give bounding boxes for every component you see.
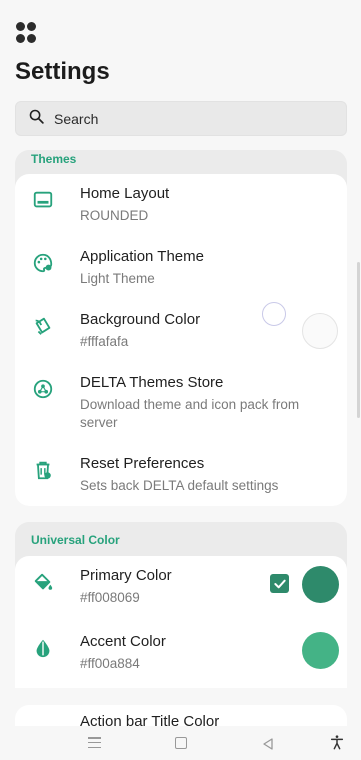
system-nav-bar xyxy=(0,726,361,760)
accent-color-title: Accent Color xyxy=(80,633,166,650)
themes-section: Themes Home Layout ROUNDED Application T… xyxy=(15,150,347,506)
fill-bucket-icon xyxy=(31,570,55,594)
primary-color-title: Primary Color xyxy=(80,567,172,584)
back-icon[interactable] xyxy=(262,737,274,755)
store-icon xyxy=(31,377,55,401)
home-layout-value: ROUNDED xyxy=(80,208,149,223)
palette-icon xyxy=(31,251,55,275)
primary-color-checkbox[interactable] xyxy=(270,574,289,593)
page-title: Settings xyxy=(15,58,110,85)
accent-color-item[interactable]: Accent Color #ff00a884 xyxy=(15,632,347,692)
reset-preferences-item[interactable]: Reset Preferences Sets back DELTA defaul… xyxy=(15,454,347,512)
primary-color-item[interactable]: Primary Color #ff008069 xyxy=(15,566,347,632)
background-color-value: #fffafafa xyxy=(80,334,129,349)
search-input[interactable] xyxy=(54,110,314,127)
search-icon xyxy=(28,108,45,130)
search-bar[interactable] xyxy=(15,101,347,136)
touch-indicator xyxy=(262,302,286,326)
home-icon[interactable] xyxy=(175,737,187,749)
themes-section-header: Themes xyxy=(31,152,77,166)
accent-color-swatch[interactable] xyxy=(302,632,339,669)
application-theme-value: Light Theme xyxy=(80,271,155,286)
background-color-title: Background Color xyxy=(80,311,201,328)
reset-preferences-description: Sets back DELTA default settings xyxy=(80,478,279,493)
accent-color-value: #ff00a884 xyxy=(80,656,140,671)
primary-color-swatch[interactable] xyxy=(302,566,339,603)
application-theme-title: Application Theme xyxy=(80,248,204,265)
paint-bucket-icon xyxy=(31,314,55,338)
drop-icon xyxy=(31,636,55,660)
app-grid-icon[interactable] xyxy=(16,22,38,44)
application-theme-item[interactable]: Application Theme Light Theme xyxy=(15,247,347,310)
home-layout-icon xyxy=(31,188,55,212)
universal-color-section-header: Universal Color xyxy=(31,533,120,547)
themes-store-description: Download theme and icon pack from server xyxy=(80,397,300,430)
accessibility-icon[interactable] xyxy=(329,734,345,755)
home-layout-item[interactable]: Home Layout ROUNDED xyxy=(15,184,347,247)
primary-color-value: #ff008069 xyxy=(80,590,140,605)
universal-color-section: Universal Color Primary Color #ff008069 … xyxy=(15,522,347,688)
background-color-item[interactable]: Background Color #fffafafa xyxy=(15,302,347,373)
background-color-swatch[interactable] xyxy=(302,313,338,349)
home-layout-title: Home Layout xyxy=(80,185,170,202)
themes-store-item[interactable]: DELTA Themes Store Download theme and ic… xyxy=(15,373,347,454)
reset-trash-icon xyxy=(31,458,55,482)
reset-preferences-title: Reset Preferences xyxy=(80,455,205,472)
themes-store-title: DELTA Themes Store xyxy=(80,374,224,391)
scrollbar[interactable] xyxy=(357,262,360,418)
recents-menu-icon[interactable] xyxy=(88,737,101,748)
